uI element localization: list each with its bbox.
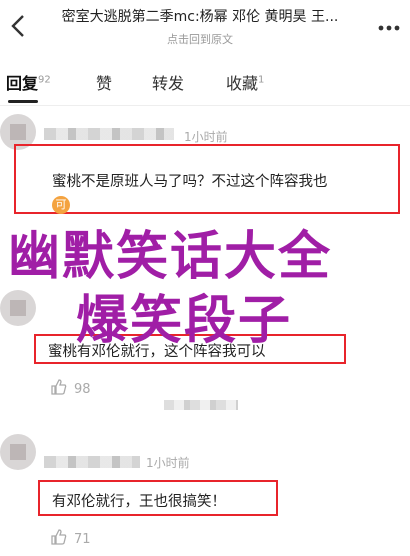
- thumbs-up-icon: [51, 379, 67, 395]
- badge-icon: 可: [52, 196, 70, 214]
- tab-bar: 回复92 赞 转发 收藏1: [0, 62, 410, 106]
- username-blurred: [44, 128, 174, 140]
- tab-replies-count: 92: [38, 74, 51, 86]
- tab-favorites-count: 1: [258, 74, 265, 86]
- back-to-original-link[interactable]: 点击回到原文: [40, 31, 360, 47]
- comment-time: 1小时前: [184, 130, 228, 144]
- tab-active-indicator: [8, 100, 38, 103]
- blurred-text: [164, 400, 238, 410]
- tab-likes-label: 赞: [96, 74, 113, 93]
- tab-favorites[interactable]: 收藏1: [226, 70, 264, 94]
- page-title: 密室大逃脱第二季mc:杨幂 邓伦 黄明昊 王...: [61, 9, 339, 25]
- thumbs-up-icon: [51, 529, 67, 545]
- title-block[interactable]: 密室大逃脱第二季mc:杨幂 邓伦 黄明昊 王... 点击回到原文: [40, 6, 360, 47]
- avatar[interactable]: [0, 434, 36, 470]
- comment-time: 1小时前: [146, 456, 190, 470]
- tab-replies-label: 回复: [6, 74, 39, 93]
- like-count: 71: [74, 532, 91, 547]
- tab-reposts-label: 转发: [152, 74, 185, 93]
- comment-text: 蜜桃不是原班人马了吗？不过这个阵容我也: [52, 174, 328, 190]
- more-icon[interactable]: [376, 12, 402, 40]
- username-blurred: [44, 456, 140, 468]
- comment-text: 有邓伦就行，王也很搞笑！: [52, 494, 226, 510]
- like-button[interactable]: 71: [50, 528, 91, 547]
- tab-likes[interactable]: 赞: [96, 70, 112, 94]
- tab-replies[interactable]: 回复92: [6, 70, 51, 94]
- top-bar: 密室大逃脱第二季mc:杨幂 邓伦 黄明昊 王... 点击回到原文: [0, 0, 410, 56]
- tab-favorites-label: 收藏: [226, 74, 259, 93]
- overlay-title-line2: 爆笑段子: [76, 291, 293, 351]
- like-count: 98: [74, 382, 91, 397]
- back-arrow-icon[interactable]: [6, 12, 32, 40]
- avatar[interactable]: [0, 290, 36, 326]
- tab-reposts[interactable]: 转发: [152, 70, 184, 94]
- like-button[interactable]: 98: [50, 378, 91, 397]
